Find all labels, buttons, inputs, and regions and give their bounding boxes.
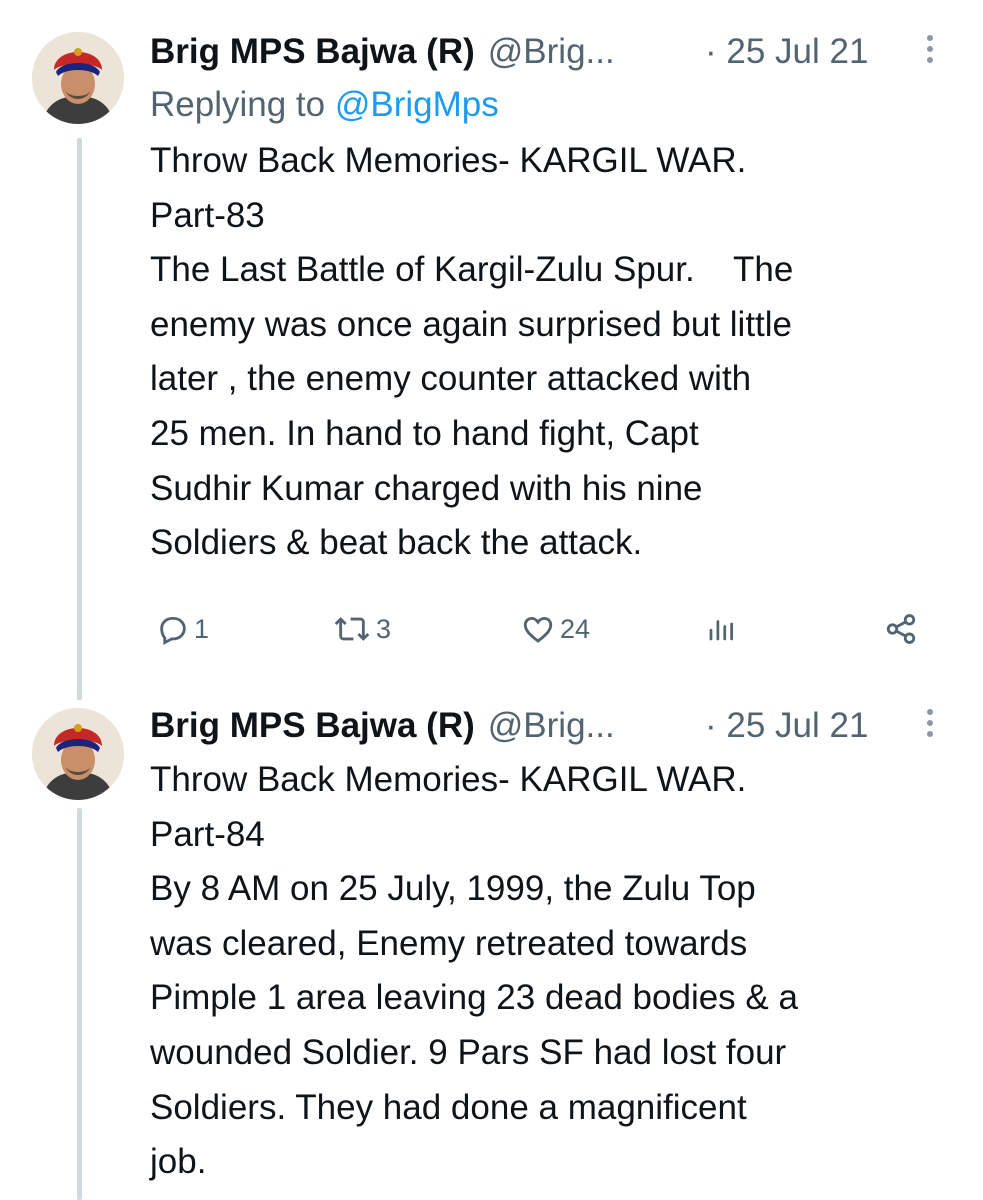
like-button[interactable]: 24	[520, 604, 590, 654]
avatar[interactable]	[32, 32, 124, 124]
tweet-text-line: The Last Battle of Kargil-Zulu Spur. The	[150, 250, 794, 290]
reply-count: 1	[194, 613, 210, 644]
tweet-text-line: Part-83	[150, 195, 265, 235]
tweet[interactable]: Brig MPS Bajwa (R) @Brig... · 25 Jul 21 …	[0, 700, 983, 1200]
reply-button[interactable]: 1	[156, 604, 209, 654]
share-button[interactable]	[884, 604, 918, 654]
tweet-text-line: Throw Back Memories- KARGIL WAR.	[150, 760, 747, 799]
tweet-text-line: was cleared, Enemy retreated towards	[150, 923, 748, 963]
author-handle[interactable]: @Brig...	[488, 700, 615, 752]
heart-icon	[523, 616, 553, 643]
tweet[interactable]: Brig MPS Bajwa (R) @Brig... · 25 Jul 21 …	[0, 0, 983, 700]
replying-to-mention[interactable]: @BrigMps	[335, 85, 499, 124]
replying-to-label: Replying to	[150, 85, 335, 124]
more-vertical-icon[interactable]	[925, 35, 935, 67]
views-button[interactable]	[706, 604, 736, 654]
tweet-actions: 1 3 24	[150, 604, 930, 654]
author-handle[interactable]: @Brig...	[488, 26, 615, 78]
tweet-text-line: Sudhir Kumar charged with his nine	[150, 468, 703, 508]
more-vertical-icon[interactable]	[925, 709, 935, 741]
share-icon	[886, 614, 916, 644]
retweet-button[interactable]: 3	[332, 604, 391, 654]
tweet-date[interactable]: · 25 Jul 21	[705, 26, 868, 78]
tweet-text-line: Soldiers & beat back the attack.	[150, 523, 643, 563]
tweet-date[interactable]: · 25 Jul 21	[705, 700, 868, 752]
tweet-text-line: Throw Back Memories- KARGIL WAR.	[150, 141, 747, 180]
tweet-text: Throw Back Memories- KARGIL WAR. Part-84…	[150, 753, 963, 1190]
tweet-text-line: job.	[150, 1142, 207, 1182]
tweet-text-line: Soldiers. They had done a magnificent	[150, 1087, 747, 1127]
author-name[interactable]: Brig MPS Bajwa (R)	[150, 700, 475, 752]
tweet-text-line: enemy was once again surprised but littl…	[150, 304, 793, 344]
author-name[interactable]: Brig MPS Bajwa (R)	[150, 26, 475, 78]
tweet-header: Brig MPS Bajwa (R) @Brig... · 25 Jul 21	[150, 700, 963, 752]
like-count: 24	[560, 613, 591, 644]
tweet-text-line: Pimple 1 area leaving 23 dead bodies & a	[150, 978, 798, 1018]
avatar-image	[32, 708, 124, 800]
retweet-icon	[334, 617, 370, 641]
tweet-header: Brig MPS Bajwa (R) @Brig... · 25 Jul 21	[150, 26, 963, 78]
avatar[interactable]	[32, 708, 124, 800]
tweet-text-line: wounded Soldier. 9 Pars SF had lost four	[150, 1032, 787, 1072]
views-icon	[709, 620, 733, 641]
avatar-image	[32, 32, 124, 124]
tweet-text-line: By 8 AM on 25 July, 1999, the Zulu Top	[150, 869, 756, 909]
tweet-text-line: 25 men. In hand to hand fight, Capt	[150, 413, 699, 453]
tweet-text-line: Part-84	[150, 814, 265, 854]
reply-icon	[160, 616, 186, 645]
tweet-text: Throw Back Memories- KARGIL WAR. Part-83…	[150, 134, 963, 571]
replying-to: Replying to @BrigMps	[150, 78, 963, 132]
retweet-count: 3	[376, 613, 392, 644]
tweet-text-line: later , the enemy counter attacked with	[150, 359, 752, 399]
